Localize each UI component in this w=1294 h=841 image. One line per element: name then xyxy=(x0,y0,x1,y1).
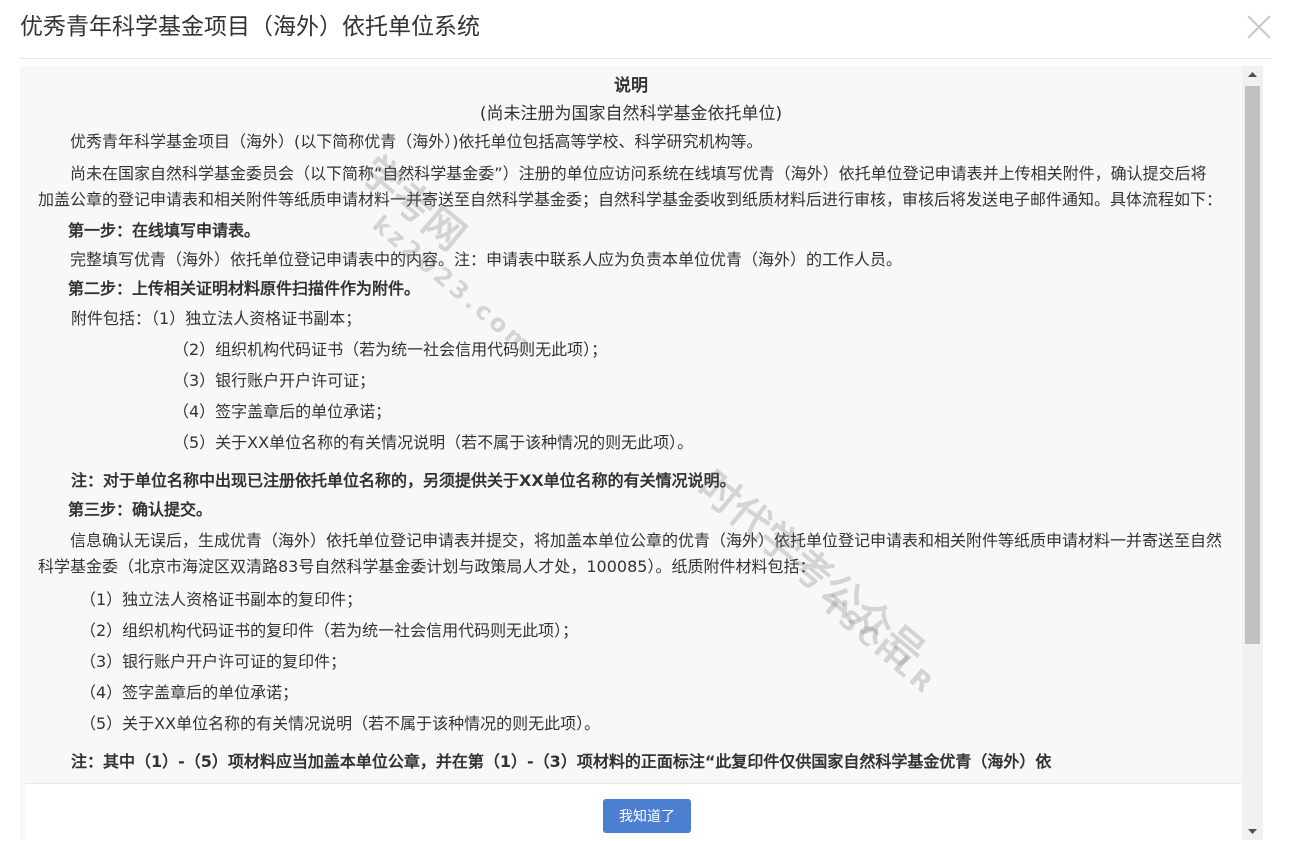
scroll-thumb[interactable] xyxy=(1245,86,1260,644)
scroll-up-arrow[interactable] xyxy=(1242,66,1263,83)
close-icon xyxy=(1247,15,1271,39)
content-frame: 说明 (尚未注册为国家自然科学基金依托单位) 优秀青年科学基金项目（海外）(以下… xyxy=(20,66,1263,840)
dialog-title: 优秀青年科学基金项目（海外）依托单位系统 xyxy=(20,14,480,40)
step1-text: 完整填写优青（海外）依托单位登记申请表中的内容。注：申请表中联系人应为负责本单位… xyxy=(70,250,903,269)
attachment-item: （3）银行账户开户许可证； xyxy=(173,371,376,390)
attachments-label: 附件包括： xyxy=(71,309,152,328)
attachment-item: （4）签字盖章后的单位承诺； xyxy=(173,402,392,421)
close-button[interactable] xyxy=(1242,10,1276,44)
title-divider xyxy=(20,58,1271,59)
paper-item: （4）签字盖章后的单位承诺； xyxy=(80,683,299,702)
paper-item: （1）独立法人资格证书副本的复印件； xyxy=(80,590,363,609)
step3-text: 信息确认无误后，生成优青（海外）依托单位登记申请表并提交，将加盖本单位公章的优青… xyxy=(38,531,1223,576)
vertical-scrollbar[interactable] xyxy=(1242,66,1263,840)
doc-heading: 说明 xyxy=(614,76,648,96)
intro-text: 优秀青年科学基金项目（海外）(以下简称优青（海外）)依托单位包括高等学校、科学研… xyxy=(70,132,763,151)
acknowledge-button[interactable]: 我知道了 xyxy=(603,799,691,833)
step2-title: 第二步：上传相关证明材料原件扫描件作为附件。 xyxy=(68,279,421,298)
step1-title: 第一步：在线填写申请表。 xyxy=(68,221,261,240)
instructions-content: 说明 (尚未注册为国家自然科学基金依托单位) 优秀青年科学基金项目（海外）(以下… xyxy=(20,66,1242,786)
paper-item: （2）组织机构代码证书的复印件（若为统一社会信用代码则无此项）； xyxy=(80,621,579,640)
caret-down-icon xyxy=(1248,829,1257,834)
step3-title: 第三步：确认提交。 xyxy=(68,500,213,519)
caret-up-icon xyxy=(1248,72,1257,77)
dialog-footer: 我知道了 xyxy=(25,783,1242,840)
attachment-item: 附件包括：（1）独立法人资格证书副本； xyxy=(71,309,362,328)
paper-item: （5）关于XX单位名称的有关情况说明（若不属于该种情况的则无此项）。 xyxy=(80,714,601,733)
process-paragraph: 尚未在国家自然科学基金委员会（以下简称“自然科学基金委”）注册的单位应访问系统在… xyxy=(38,164,1223,209)
doc-subheading: (尚未注册为国家自然科学基金依托单位) xyxy=(479,104,783,124)
note-seal: 注：其中（1）-（5）项材料应当加盖本单位公章，并在第（1）-（3）项材料的正面… xyxy=(71,752,1052,771)
attachment-item: （5）关于XX单位名称的有关情况说明（若不属于该种情况的则无此项）。 xyxy=(173,433,694,452)
note-registered-name: 注：对于单位名称中出现已注册依托单位名称的，另须提供关于XX单位名称的有关情况说… xyxy=(71,471,736,490)
attachment-item: （2）组织机构代码证书（若为统一社会信用代码则无此项）； xyxy=(173,340,608,359)
paper-item: （3）银行账户开户许可证的复印件； xyxy=(80,652,347,671)
scroll-down-arrow[interactable] xyxy=(1242,823,1263,840)
